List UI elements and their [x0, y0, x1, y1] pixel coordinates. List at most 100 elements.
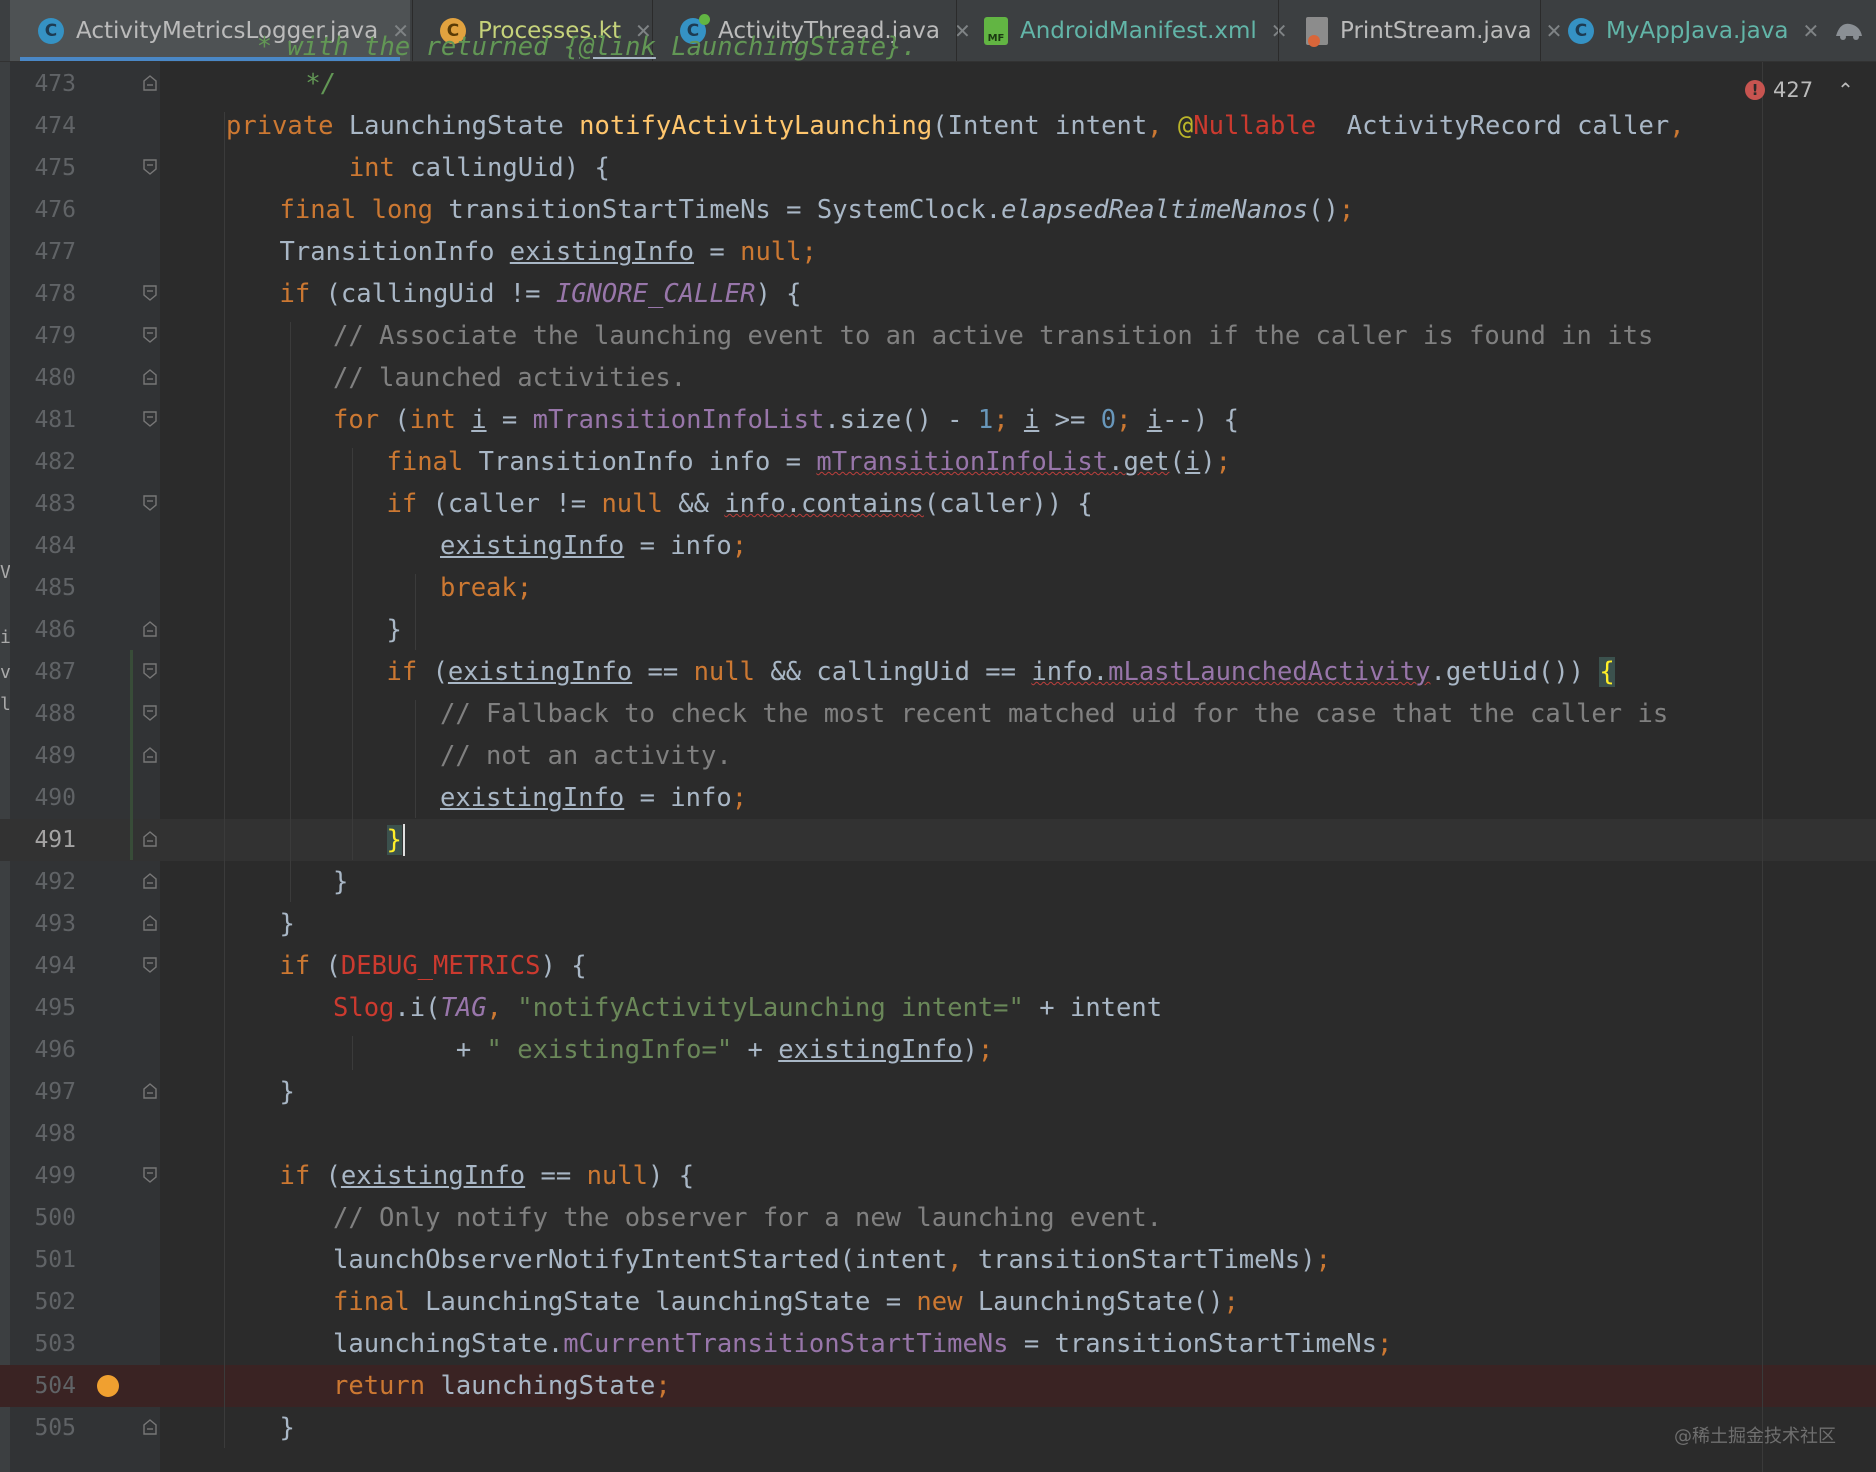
code-line[interactable]: 478 if (callingUid != IGNORE_CALLER) {: [0, 273, 1876, 315]
line-number[interactable]: 474: [10, 105, 76, 147]
line-number[interactable]: 479: [10, 315, 76, 357]
code-text: // Associate the launching event to an a…: [333, 315, 1653, 357]
line-number[interactable]: 487: [10, 651, 76, 693]
line-number[interactable]: 501: [10, 1239, 76, 1281]
code-line[interactable]: 481 for (int i = mTransitionInfoList.size…: [0, 399, 1876, 441]
line-number[interactable]: 491: [10, 819, 76, 861]
line-number[interactable]: 484: [10, 525, 76, 567]
code-line[interactable]: 502 final LaunchingState launchingState =…: [0, 1281, 1876, 1323]
line-number[interactable]: 493: [10, 903, 76, 945]
fold-collapse-icon[interactable]: [143, 159, 157, 175]
code-line[interactable]: 493}: [0, 903, 1876, 945]
code-line[interactable]: 497}: [0, 1071, 1876, 1113]
line-number[interactable]: 483: [10, 483, 76, 525]
code-line[interactable]: 505}: [0, 1407, 1876, 1449]
fold-collapse-icon[interactable]: [143, 285, 157, 301]
code-line[interactable]: 479 // Associate the launching event to a…: [0, 315, 1876, 357]
line-number[interactable]: 475: [10, 147, 76, 189]
line-number[interactable]: 499: [10, 1155, 76, 1197]
code-line[interactable]: 485 break;: [0, 567, 1876, 609]
code-token: callingUid) {: [410, 153, 610, 183]
code-line[interactable]: 496 + " existingInfo=" + existingInfo);: [0, 1029, 1876, 1071]
code-line[interactable]: 487 if (existingInfo == null && callingUi…: [0, 651, 1876, 693]
code-line[interactable]: 490 existingInfo = info;: [0, 777, 1876, 819]
code-line[interactable]: 488 // Fallback to check the most recent …: [0, 693, 1876, 735]
code-line[interactable]: 504 return launchingState;: [0, 1365, 1876, 1407]
code-token: existingInfo: [778, 1035, 963, 1065]
line-number[interactable]: 496: [10, 1029, 76, 1071]
code-line[interactable]: 495 Slog.i(TAG, "notifyActivityLaunching …: [0, 987, 1876, 1029]
code-line[interactable]: 499 if (existingInfo == null) {: [0, 1155, 1876, 1197]
code-line[interactable]: 491}: [0, 819, 1876, 861]
code-editor[interactable]: V i v l * with the returned {@link Launc…: [0, 32, 1876, 1472]
code-line[interactable]: 477 TransitionInfo existingInfo = null;: [0, 231, 1876, 273]
line-number[interactable]: 480: [10, 357, 76, 399]
fold-collapse-icon[interactable]: [143, 327, 157, 343]
code-text: }: [387, 609, 402, 651]
code-line[interactable]: 482 final TransitionInfo info = mTransiti…: [0, 441, 1876, 483]
vcs-change-marker[interactable]: [130, 650, 133, 860]
line-number[interactable]: 481: [10, 399, 76, 441]
line-number[interactable]: 477: [10, 231, 76, 273]
fold-collapse-icon[interactable]: [143, 1167, 157, 1183]
code-line[interactable]: 476 final long transitionStartTimeNs = Sy…: [0, 189, 1876, 231]
code-token: (: [325, 1161, 341, 1191]
line-number[interactable]: 495: [10, 987, 76, 1029]
line-number[interactable]: 502: [10, 1281, 76, 1323]
line-number[interactable]: 505: [10, 1407, 76, 1449]
line-number[interactable]: 490: [10, 777, 76, 819]
fold-end-icon[interactable]: [143, 621, 157, 637]
line-number[interactable]: 500: [10, 1197, 76, 1239]
code-line[interactable]: 501 launchObserverNotifyIntentStarted(int…: [0, 1239, 1876, 1281]
line-number[interactable]: 488: [10, 693, 76, 735]
fold-end-icon[interactable]: [143, 915, 157, 931]
code-line[interactable]: 500 // Only notify the observer for a new…: [0, 1197, 1876, 1239]
code-line[interactable]: 480 // launched activities.: [0, 357, 1876, 399]
code-line[interactable]: 473 */: [0, 63, 1876, 105]
code-line[interactable]: 474 private LaunchingState notifyActivity…: [0, 105, 1876, 147]
line-number[interactable]: 489: [10, 735, 76, 777]
line-number[interactable]: 486: [10, 609, 76, 651]
code-token: Nullable: [1193, 111, 1317, 141]
line-number[interactable]: 476: [10, 189, 76, 231]
fold-end-icon[interactable]: [143, 831, 157, 847]
inspection-widget[interactable]: ! 427 ⌃: [1745, 76, 1854, 104]
fold-collapse-icon[interactable]: [143, 495, 157, 511]
code-token: final: [386, 447, 479, 477]
fold-end-icon[interactable]: [143, 1083, 157, 1099]
line-number[interactable]: 485: [10, 567, 76, 609]
code-line[interactable]: 498: [0, 1113, 1876, 1155]
code-line[interactable]: 492}: [0, 861, 1876, 903]
code-text: if (DEBUG_METRICS) {: [280, 945, 587, 987]
code-line[interactable]: 489 // not an activity.: [0, 735, 1876, 777]
line-number[interactable]: 478: [10, 273, 76, 315]
code-line[interactable]: 503 launchingState.mCurrentTransitionStar…: [0, 1323, 1876, 1365]
chevron-up-icon[interactable]: ⌃: [1837, 78, 1854, 102]
fold-end-icon[interactable]: [143, 1419, 157, 1435]
fold-end-icon[interactable]: [143, 369, 157, 385]
code-line[interactable]: 486}: [0, 609, 1876, 651]
line-number[interactable]: 494: [10, 945, 76, 987]
line-number[interactable]: 482: [10, 441, 76, 483]
fold-collapse-icon[interactable]: [143, 663, 157, 679]
code-text: launchObserverNotifyIntentStarted(intent…: [333, 1239, 1331, 1281]
line-number[interactable]: 473: [10, 63, 76, 105]
line-number[interactable]: 503: [10, 1323, 76, 1365]
fold-collapse-icon[interactable]: [143, 957, 157, 973]
code-line[interactable]: 475 int callingUid) {: [0, 147, 1876, 189]
fold-collapse-icon[interactable]: [143, 411, 157, 427]
code-line[interactable]: 483 if (caller != null && info.contains(c…: [0, 483, 1876, 525]
code-line[interactable]: 494 if (DEBUG_METRICS) {: [0, 945, 1876, 987]
fold-collapse-icon[interactable]: [143, 705, 157, 721]
line-number[interactable]: 498: [10, 1113, 76, 1155]
code-token: launchObserverNotifyIntentStarted(intent: [333, 1245, 948, 1275]
line-number[interactable]: 497: [10, 1071, 76, 1113]
code-line[interactable]: 484 existingInfo = info;: [0, 525, 1876, 567]
code-token: ) {: [755, 279, 802, 309]
fold-end-icon[interactable]: [143, 873, 157, 889]
line-number[interactable]: 504: [10, 1365, 76, 1407]
line-number[interactable]: 492: [10, 861, 76, 903]
fold-end-icon[interactable]: [143, 747, 157, 763]
breakpoint-icon[interactable]: [97, 1375, 119, 1397]
fold-end-icon[interactable]: [143, 75, 157, 91]
